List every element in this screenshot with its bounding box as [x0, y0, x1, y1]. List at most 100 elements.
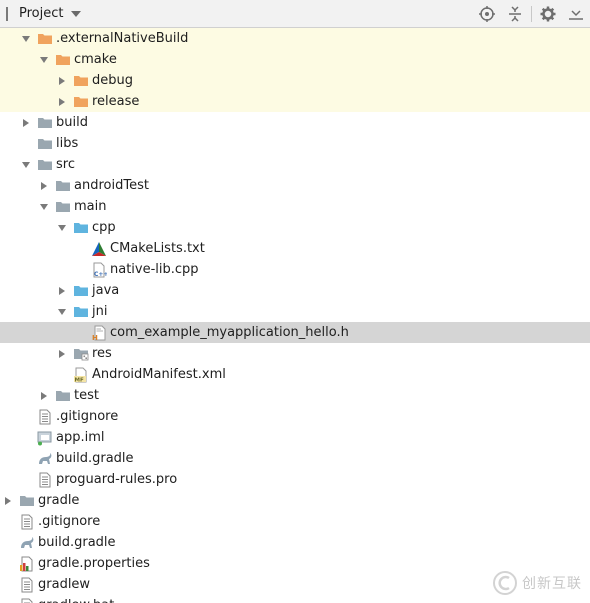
tree-node[interactable]: java	[0, 280, 590, 301]
tree-expand-toggle[interactable]	[3, 490, 13, 511]
svg-text:C++: C++	[94, 271, 107, 278]
tree-node[interactable]: main	[0, 196, 590, 217]
chevron-right-icon	[59, 97, 65, 106]
tree-node[interactable]: libs	[0, 133, 590, 154]
tree-node[interactable]: jni	[0, 301, 590, 322]
tree-expand-toggle[interactable]	[57, 301, 67, 322]
tree-node-label: test	[74, 388, 99, 403]
tree-node-label: .gitignore	[56, 409, 119, 424]
tree-expand-toggle[interactable]	[21, 154, 31, 175]
source-folder-icon	[73, 220, 89, 236]
tree-expand-toggle[interactable]	[39, 385, 49, 406]
folder-icon	[55, 52, 71, 68]
panel-grip-icon	[6, 5, 16, 23]
tree-node-label: debug	[92, 73, 133, 88]
project-tree[interactable]: .externalNativeBuild cmake debug release bui…	[0, 28, 590, 603]
tree-node-label: build	[56, 115, 88, 130]
folder-icon	[55, 178, 71, 194]
tree-expand-toggle[interactable]	[57, 343, 67, 364]
manifest-icon: MF	[73, 367, 89, 383]
tree-node[interactable]: cpp	[0, 217, 590, 238]
header-file-icon: H	[91, 325, 107, 341]
tree-node-label: release	[92, 94, 140, 109]
tree-node[interactable]: MF AndroidManifest.xml	[0, 364, 590, 385]
tree-node[interactable]: .gitignore	[0, 406, 590, 427]
gradle-icon	[19, 535, 35, 551]
tree-node-label: cmake	[74, 52, 117, 67]
tree-node-label: gradle	[38, 493, 80, 508]
tree-node-label: CMakeLists.txt	[110, 241, 205, 256]
tree-node[interactable]: Hcom_example_myapplication_hello.h	[0, 322, 590, 343]
chevron-right-icon	[41, 181, 47, 190]
tree-node-label: res	[92, 346, 112, 361]
header-toolbar	[473, 0, 590, 28]
folder-icon	[37, 115, 53, 131]
tree-expand-toggle[interactable]	[57, 280, 67, 301]
hide-panel-button[interactable]	[562, 0, 590, 28]
tree-expand-toggle[interactable]	[57, 70, 67, 91]
tree-node[interactable]: C++ native-lib.cpp	[0, 259, 590, 280]
cmake-icon	[91, 241, 107, 257]
folder-icon	[55, 199, 71, 215]
tree-node-label: native-lib.cpp	[110, 262, 199, 277]
tree-node[interactable]: androidTest	[0, 175, 590, 196]
tree-node[interactable]: proguard-rules.pro	[0, 469, 590, 490]
tree-node-label: jni	[92, 304, 108, 319]
hide-icon	[569, 10, 583, 20]
tree-node[interactable]: debug	[0, 70, 590, 91]
watermark-logo-icon	[493, 571, 517, 595]
chevron-right-icon	[59, 76, 65, 85]
folder-icon	[19, 493, 35, 509]
chevron-down-icon	[22, 161, 30, 168]
tree-expand-toggle[interactable]	[21, 28, 31, 49]
tree-arrow-spacer	[21, 469, 31, 490]
text-file-icon	[19, 514, 35, 530]
settings-button[interactable]	[534, 0, 562, 28]
chevron-down-icon	[58, 224, 66, 231]
tree-node-label: libs	[56, 136, 79, 151]
tree-node-label: app.iml	[56, 430, 105, 445]
chevron-down-icon	[40, 203, 48, 210]
tree-expand-toggle[interactable]	[39, 196, 49, 217]
folder-icon	[73, 73, 89, 89]
tree-expand-toggle[interactable]	[39, 175, 49, 196]
tree-node-label: build.gradle	[56, 451, 134, 466]
chevron-right-icon	[59, 349, 65, 358]
tree-arrow-spacer	[21, 133, 31, 154]
tree-expand-toggle[interactable]	[57, 91, 67, 112]
tree-node-label: gradlew	[38, 577, 91, 592]
tree-expand-toggle[interactable]	[57, 217, 67, 238]
folder-icon	[37, 136, 53, 152]
tree-node[interactable]: cmake	[0, 49, 590, 70]
tree-node-label: main	[74, 199, 107, 214]
tree-node[interactable]: .gitignore	[0, 511, 590, 532]
tree-node[interactable]: release	[0, 91, 590, 112]
tree-arrow-spacer	[21, 427, 31, 448]
cpp-file-icon: C++	[91, 262, 107, 278]
tree-arrow-spacer	[57, 364, 67, 385]
tree-node[interactable]: res	[0, 343, 590, 364]
tree-node[interactable]: .externalNativeBuild	[0, 28, 590, 49]
collapse-all-button[interactable]	[501, 0, 529, 28]
chevron-right-icon	[23, 118, 29, 127]
tree-node[interactable]: build	[0, 112, 590, 133]
tree-arrow-spacer	[75, 322, 85, 343]
resource-folder-icon	[73, 346, 89, 362]
tree-node[interactable]: build.gradle	[0, 448, 590, 469]
tree-node[interactable]: app.iml	[0, 427, 590, 448]
tree-node[interactable]: test	[0, 385, 590, 406]
project-view-selector[interactable]: Project	[0, 5, 82, 23]
tree-node-label: proguard-rules.pro	[56, 472, 178, 487]
source-folder-icon	[73, 283, 89, 299]
tree-expand-toggle[interactable]	[39, 49, 49, 70]
tree-node[interactable]: src	[0, 154, 590, 175]
tree-expand-toggle[interactable]	[21, 112, 31, 133]
tree-node[interactable]: CMakeLists.txt	[0, 238, 590, 259]
tree-arrow-spacer	[3, 511, 13, 532]
locate-file-button[interactable]	[473, 0, 501, 28]
tree-node[interactable]: build.gradle	[0, 532, 590, 553]
svg-text:H: H	[92, 334, 98, 341]
text-file-icon	[37, 409, 53, 425]
chevron-right-icon	[41, 391, 47, 400]
tree-node[interactable]: gradle	[0, 490, 590, 511]
